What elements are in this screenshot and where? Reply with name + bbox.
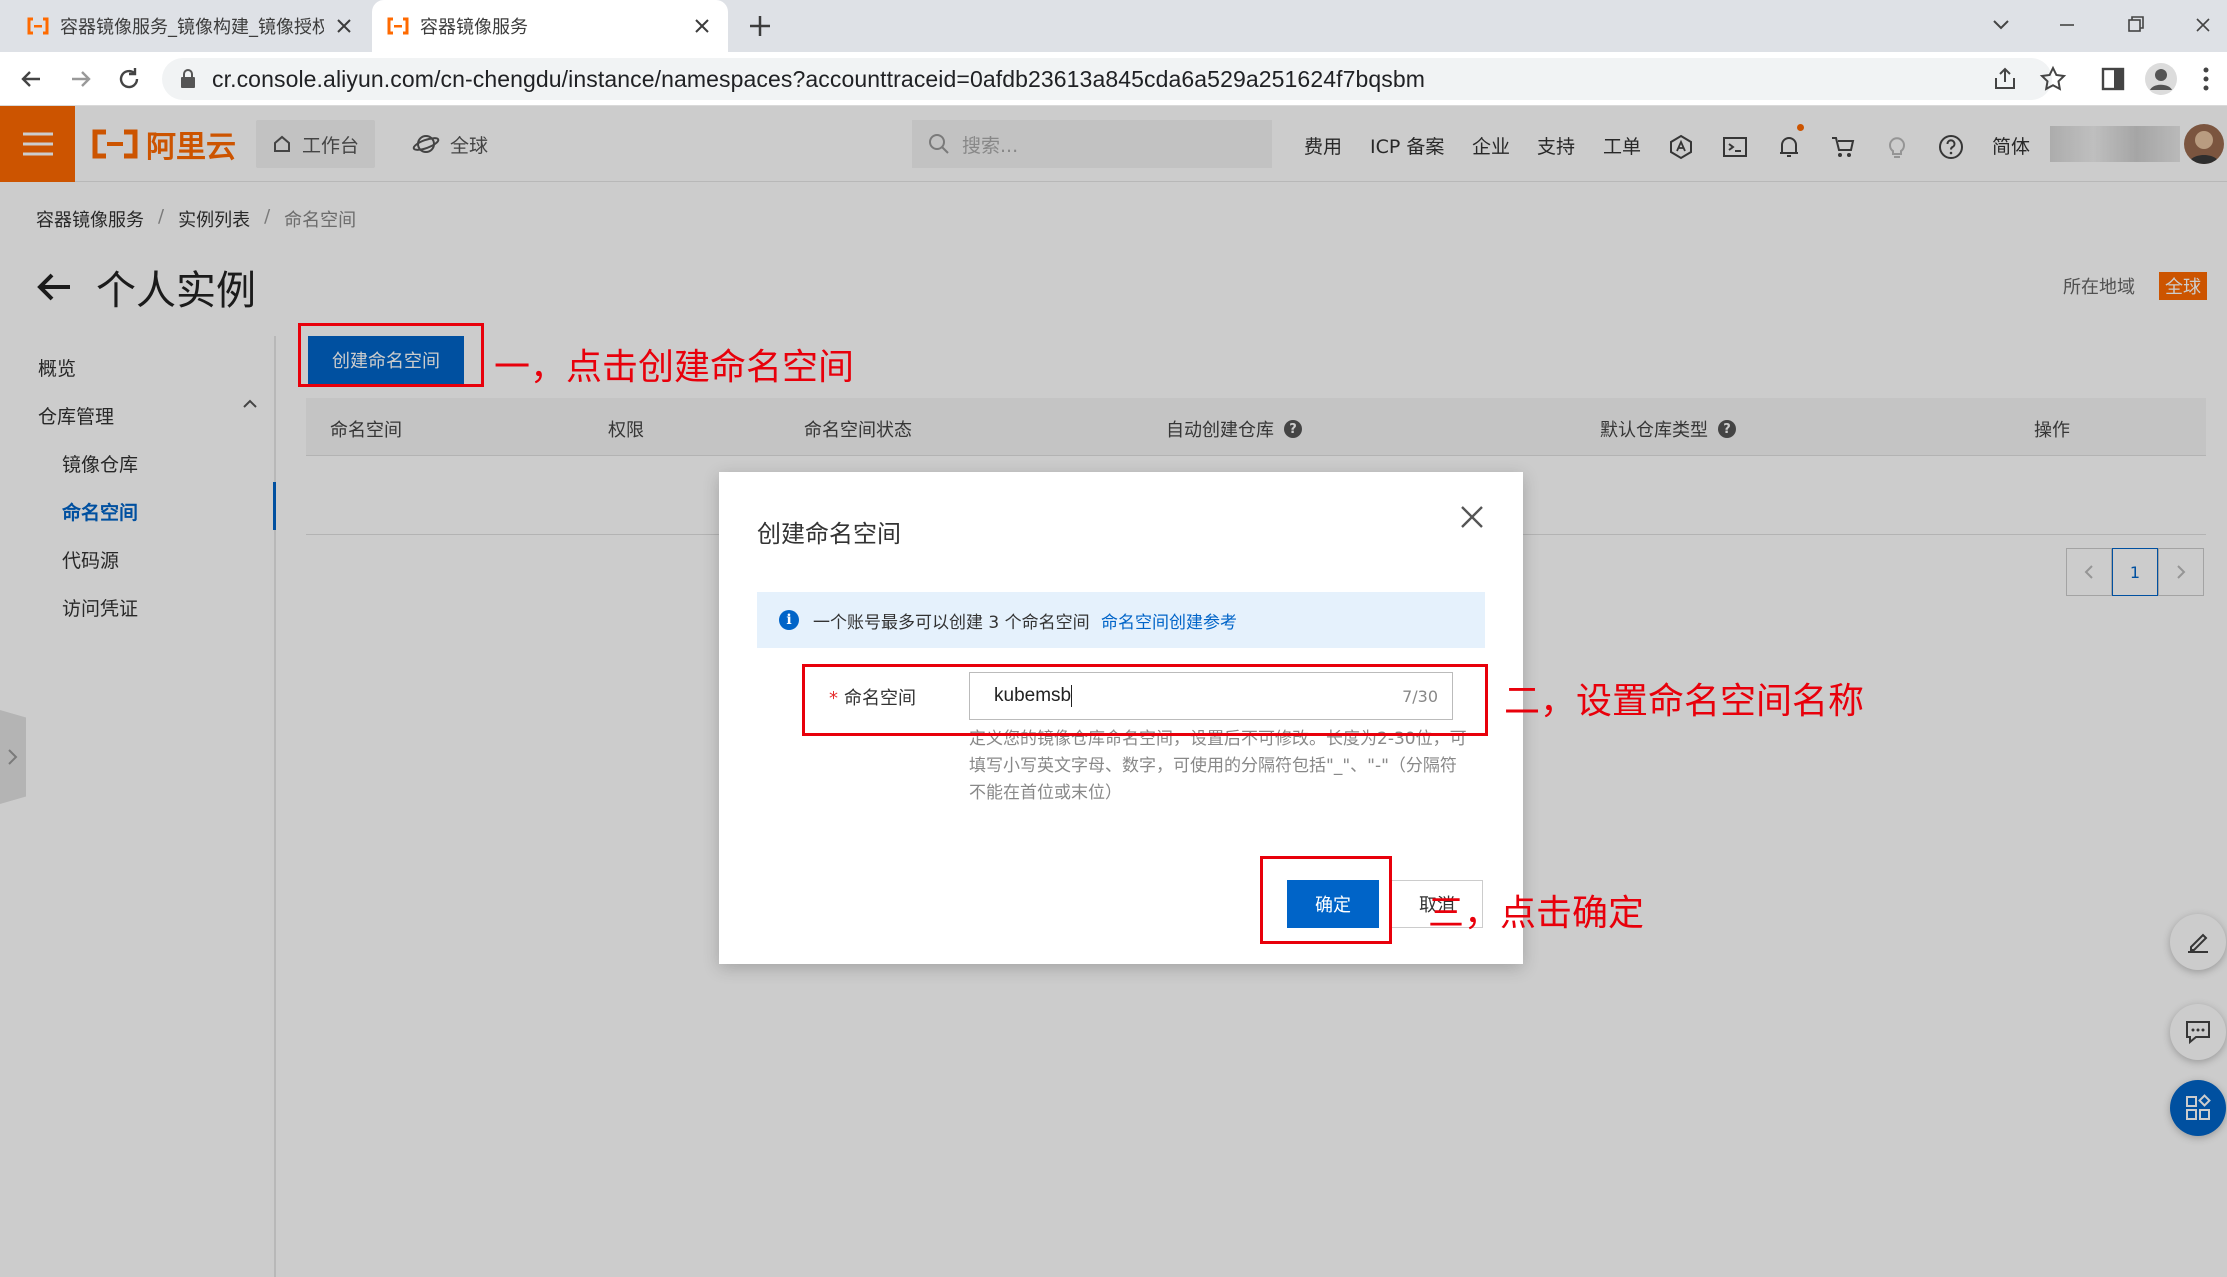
- annotation-box-create: [298, 323, 484, 387]
- bookmark-star-icon[interactable]: [2038, 64, 2068, 94]
- tab-title: 容器镜像服务: [420, 17, 528, 38]
- annotation-step2: 二，设置命名空间名称: [1504, 681, 1865, 722]
- aliyun-favicon-icon: [27, 17, 49, 35]
- side-panel-icon[interactable]: [2098, 64, 2128, 94]
- browser-tab-strip: 容器镜像服务_镜像构建_镜像授权 容器镜像服务: [0, 0, 2227, 52]
- close-window-icon[interactable]: [2186, 10, 2220, 40]
- dialog-notice: i 一个账号最多可以创建 3 个命名空间 命名空间创建参考: [757, 592, 1485, 648]
- browser-tab[interactable]: 容器镜像服务_镜像构建_镜像授权: [12, 0, 370, 52]
- url-text: cr.console.aliyun.com/cn-chengdu/instanc…: [212, 65, 1426, 92]
- info-icon: i: [779, 610, 799, 630]
- lock-icon[interactable]: [180, 69, 196, 89]
- restore-icon[interactable]: [2118, 10, 2152, 40]
- tab-title: 容器镜像服务_镜像构建_镜像授权: [60, 17, 324, 38]
- notice-text: 一个账号最多可以创建 3 个命名空间: [813, 612, 1090, 633]
- dialog-title: 创建命名空间: [757, 520, 901, 548]
- reload-icon[interactable]: [114, 64, 144, 94]
- tab-search-chevron-icon[interactable]: [1984, 10, 2018, 40]
- close-icon[interactable]: [1457, 502, 1487, 532]
- close-icon[interactable]: [332, 14, 356, 38]
- annotation-box-input: [802, 664, 1488, 736]
- annotation-step1: 一，点击创建命名空间: [494, 347, 855, 388]
- browser-tab-active[interactable]: 容器镜像服务: [372, 0, 728, 52]
- share-icon[interactable]: [1990, 64, 2020, 94]
- back-arrow-icon[interactable]: [16, 64, 46, 94]
- annotation-box-confirm: [1260, 856, 1392, 944]
- aliyun-favicon-icon: [387, 17, 409, 35]
- new-tab-icon[interactable]: [746, 12, 774, 40]
- forward-arrow-icon[interactable]: [66, 64, 96, 94]
- profile-icon[interactable]: [2144, 62, 2178, 96]
- close-icon[interactable]: [690, 14, 714, 38]
- menu-kebab-icon[interactable]: [2196, 64, 2216, 94]
- address-bar: cr.console.aliyun.com/cn-chengdu/instanc…: [0, 52, 2227, 106]
- namespace-reference-link[interactable]: 命名空间创建参考: [1101, 613, 1237, 633]
- minimize-icon[interactable]: [2050, 10, 2084, 40]
- url-field[interactable]: cr.console.aliyun.com/cn-chengdu/instanc…: [162, 58, 2052, 100]
- annotation-step3: 三，点击确定: [1428, 893, 1645, 934]
- namespace-help-text: 定义您的镜像仓库命名空间，设置后不可修改。长度为2-30位，可填写小写英文字母、…: [969, 729, 1467, 803]
